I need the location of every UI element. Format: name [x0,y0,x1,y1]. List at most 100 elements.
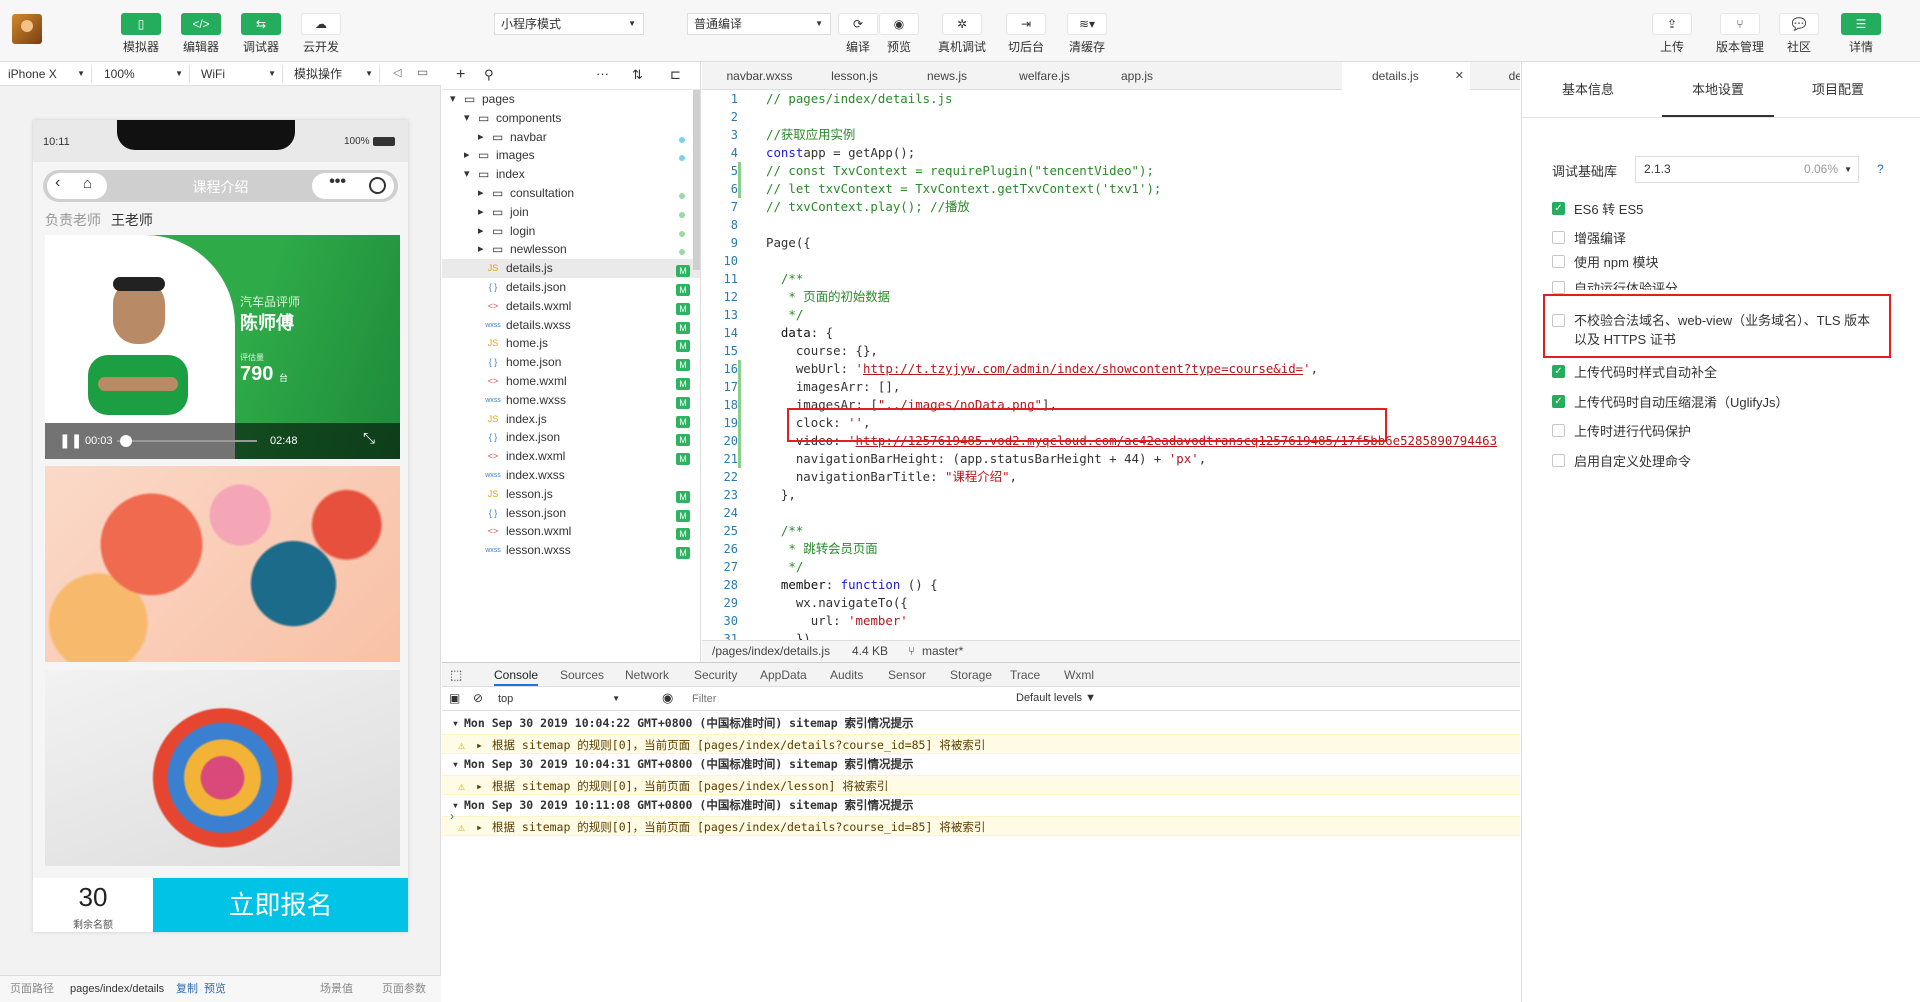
console-warning[interactable]: ⚠ ▸ 根据 sitemap 的规则[0]，当前页面 [pages/index/de… [442,815,1520,836]
switch-background-button[interactable]: ⇥ 切后台 [1006,13,1046,55]
inspect-icon[interactable]: ⬚ [450,667,462,683]
sort-icon[interactable]: ⇅ [632,67,643,83]
base-lib-select[interactable]: 2.1.3 0.06% ▼ [1635,156,1859,183]
details-button[interactable]: ☰ 详情 [1841,13,1881,55]
editor-tab[interactable]: lesson.js [812,62,897,90]
folder-row[interactable]: ▾ ▭ index [442,165,700,184]
folder-row[interactable]: ▸ ▭ join [442,203,700,222]
editor-tab[interactable]: navbar.wxss [712,62,807,90]
clear-console-icon[interactable]: ⊘ [473,691,483,705]
clear-cache-button[interactable]: ≋▾ 清缓存 [1067,13,1107,55]
option-checkbox[interactable]: ✓ [1552,395,1565,408]
file-row[interactable]: JS lesson.js M [442,485,700,504]
pause-icon[interactable]: ❚❚ [59,432,82,449]
chevron-down-icon[interactable]: ▾ [452,713,459,733]
status-branch[interactable]: master* [922,641,963,662]
window-icon[interactable]: ▭ [417,65,428,79]
chevron-right-icon[interactable]: ▸ [478,128,484,147]
video-progress-track[interactable] [117,435,257,447]
devtools-tab[interactable]: Console [494,663,539,686]
close-mini-program-icon[interactable] [369,177,386,194]
settings-tab[interactable]: 项目配置 [1812,62,1864,118]
console-prompt-icon[interactable]: › [450,809,454,823]
devtools-tab[interactable]: Network [625,663,669,687]
chevron-right-icon[interactable]: ▸ [478,203,484,222]
file-row[interactable]: <> home.wxml M [442,372,700,391]
file-row[interactable]: <> details.wxml M [442,297,700,316]
console-warning[interactable]: ⚠ ▸ 根据 sitemap 的规则[0]，当前页面 [pages/index/le… [442,774,1520,796]
preview-path-link[interactable]: 预览 [204,976,226,1002]
network-select[interactable]: WiFi ▼ [193,65,283,83]
option-checkbox[interactable]: ✓ [1552,365,1565,378]
scene-value-button[interactable]: 场景值 [320,976,353,1002]
file-row[interactable]: wxss home.wxss M [442,391,700,410]
option-checkbox[interactable] [1552,231,1565,244]
file-row[interactable]: { } home.json M [442,353,700,372]
editor-tab[interactable]: det [1497,62,1520,90]
file-row[interactable]: wxss details.wxss M [442,316,700,335]
search-icon[interactable]: ⚲ [484,67,494,83]
simulate-select[interactable]: 模拟操作 ▼ [286,65,380,83]
mode-select[interactable]: 小程序模式 ▼ [494,13,644,35]
folder-row[interactable]: ▾ ▭ pages [442,90,700,109]
eye-icon[interactable]: ◉ [662,690,673,706]
debugger-button[interactable]: ⇆ 调试器 [241,13,281,55]
fullscreen-icon[interactable]: ⤡ [363,430,375,447]
simulator-button[interactable]: ▯ 模拟器 [121,13,161,55]
chevron-down-icon[interactable]: ▾ [450,90,456,109]
folder-row[interactable]: ▾ ▭ components [442,109,700,128]
settings-tab[interactable]: 基本信息 [1562,62,1614,118]
chevron-down-icon[interactable]: ▾ [464,109,470,128]
volume-icon[interactable]: ◁ [393,66,401,79]
help-icon[interactable]: ? [1877,162,1884,176]
signup-button[interactable]: 立即报名 [153,878,408,932]
tree-scrollbar[interactable] [693,90,700,270]
cloud-button[interactable]: ☁ 云开发 [301,13,341,55]
editor-button[interactable]: </> 编辑器 [181,13,221,55]
file-row[interactable]: { } lesson.json M [442,504,700,523]
compile-button[interactable]: ⟳ 编译 [838,13,878,55]
chevron-down-icon[interactable]: ▾ [452,754,459,774]
option-checkbox[interactable]: ✓ [1552,202,1565,215]
editor-tab[interactable]: welfare.js [997,62,1092,90]
folder-row[interactable]: ▸ ▭ newlesson [442,240,700,259]
page-params-button[interactable]: 页面参数 [382,976,426,1002]
folder-row[interactable]: ▸ ▭ images [442,146,700,165]
folder-row[interactable]: ▸ ▭ login [442,222,700,241]
more-icon[interactable]: ··· [596,66,609,81]
context-select[interactable]: top ▼ [494,690,624,708]
option-checkbox[interactable] [1552,255,1565,268]
devtools-tab[interactable]: AppData [760,663,807,687]
add-icon[interactable]: + [456,66,465,84]
file-row[interactable]: JS home.js M [442,334,700,353]
zoom-select[interactable]: 100% ▼ [96,65,190,83]
console-group-header[interactable]: ▾ Mon Sep 30 2019 10:04:31 GMT+0800 (中国标准… [442,754,1520,774]
file-row[interactable]: { } details.json M [442,278,700,297]
upload-button[interactable]: ⇪ 上传 [1652,13,1692,55]
chevron-right-icon[interactable]: ▸ [476,776,483,796]
option-checkbox[interactable] [1552,454,1565,467]
chevron-right-icon[interactable]: ▸ [464,146,470,165]
console-group-header[interactable]: ▾ Mon Sep 30 2019 10:04:22 GMT+0800 (中国标准… [442,713,1520,733]
video-progress-thumb[interactable] [119,435,132,447]
file-row[interactable]: wxss index.wxss [442,466,700,485]
devtools-tab[interactable]: Sources [560,663,604,687]
option-checkbox[interactable] [1552,281,1565,294]
devtools-tab[interactable]: Trace [1010,663,1040,687]
option-checkbox[interactable] [1552,424,1565,437]
file-row[interactable]: { } index.json M [442,428,700,447]
settings-tab[interactable]: 本地设置 [1662,62,1774,117]
preview-button[interactable]: ◉ 预览 [879,13,919,55]
sidebar-toggle-icon[interactable]: ▣ [449,691,460,705]
file-row[interactable]: JS details.js M [442,259,700,279]
editor-tab[interactable]: news.js [902,62,992,90]
folder-row[interactable]: ▸ ▭ consultation [442,184,700,203]
community-button[interactable]: 💬 社区 [1779,13,1819,55]
file-row[interactable]: JS index.js M [442,410,700,429]
copy-path-link[interactable]: 复制 [176,976,198,1002]
chevron-right-icon[interactable]: ▸ [478,184,484,203]
user-avatar[interactable] [12,14,42,44]
devtools-tab[interactable]: Storage [950,663,992,687]
console-warning[interactable]: ⚠ ▸ 根据 sitemap 的规则[0]，当前页面 [pages/index/de… [442,733,1520,755]
chevron-right-icon[interactable]: ▸ [476,735,483,755]
